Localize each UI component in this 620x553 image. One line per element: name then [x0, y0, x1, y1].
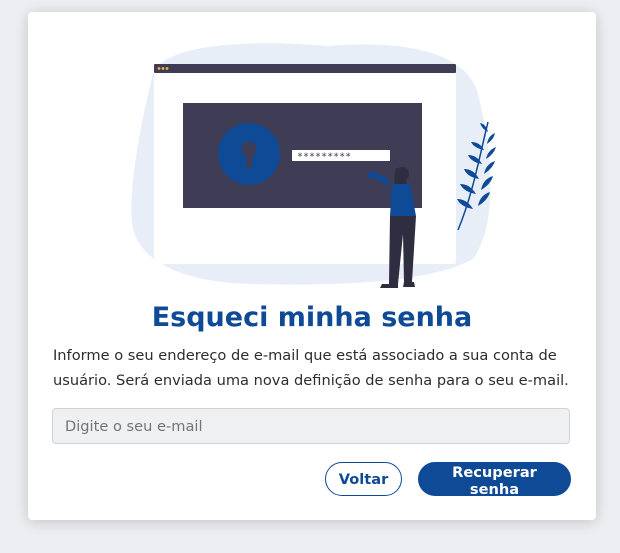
- forgot-password-dialog: ********* Esqueci minha senha Informe o …: [28, 12, 596, 520]
- browser-titlebar: [154, 64, 456, 73]
- window-dot: [157, 67, 161, 70]
- window-dot: [161, 67, 165, 70]
- forgot-password-illustration: *********: [131, 43, 496, 288]
- window-dot: [165, 67, 169, 70]
- password-mask: *********: [297, 152, 351, 163]
- email-field[interactable]: [52, 408, 570, 444]
- lock-keyhole-icon: [218, 123, 280, 185]
- instructions-text: Informe o seu endereço de e-mail que est…: [53, 347, 569, 389]
- back-button[interactable]: Voltar: [325, 462, 402, 496]
- page-title: Esqueci minha senha: [151, 302, 473, 333]
- recover-password-button[interactable]: Recuperar senha: [418, 462, 571, 498]
